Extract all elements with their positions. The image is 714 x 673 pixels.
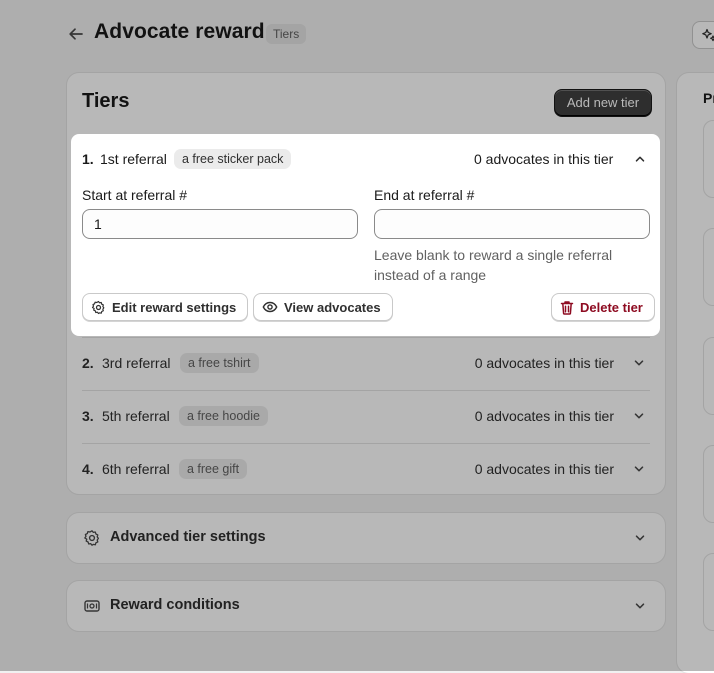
delete-tier-button[interactable]: Delete tier <box>551 293 655 321</box>
gear-icon <box>91 300 105 314</box>
eye-icon <box>262 301 278 313</box>
expanded-tier-panel: 1. 1st referral a free sticker pack 0 ad… <box>71 134 660 336</box>
tier-number: 1. <box>82 151 94 167</box>
edit-reward-settings-label: Edit reward settings <box>112 299 237 315</box>
tier-reward-badge: a free sticker pack <box>174 149 292 169</box>
chevron-up-icon[interactable] <box>633 152 647 166</box>
view-advocates-button[interactable]: View advocates <box>253 293 393 321</box>
end-referral-input[interactable] <box>374 209 650 239</box>
end-referral-help-text: Leave blank to reward a single referral … <box>374 247 613 283</box>
trash-icon <box>560 300 574 315</box>
delete-tier-label: Delete tier <box>580 299 643 315</box>
tier-advocate-count: 0 advocates in this tier <box>474 151 614 167</box>
edit-reward-settings-button[interactable]: Edit reward settings <box>82 293 249 321</box>
end-referral-label: End at referral # <box>374 187 475 203</box>
start-referral-input[interactable] <box>82 209 358 239</box>
tier-name: 1st referral <box>100 151 167 167</box>
start-referral-label: Start at referral # <box>82 187 188 203</box>
view-advocates-label: View advocates <box>284 299 381 315</box>
